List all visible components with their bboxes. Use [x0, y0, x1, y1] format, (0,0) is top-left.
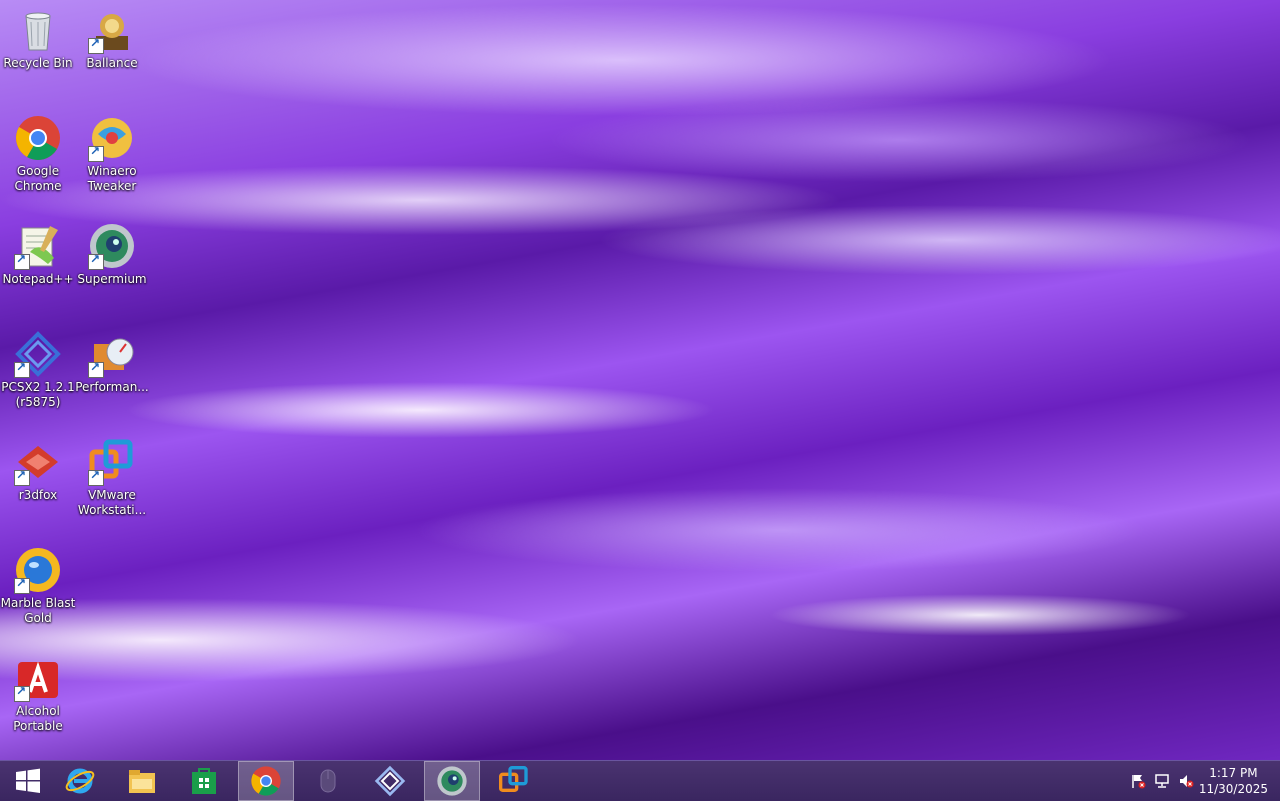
shortcut-arrow-icon [88, 144, 104, 162]
taskbar: 1:17 PM 11/30/2025 [0, 760, 1280, 801]
desktop-icon-label: r3dfox [18, 488, 58, 502]
taskbar-supermium[interactable] [424, 761, 480, 801]
performance-icon [88, 330, 136, 378]
shortcut-arrow-icon [88, 468, 104, 486]
vmware-icon [88, 438, 136, 486]
shortcut-arrow-icon [14, 360, 30, 378]
taskbar-store[interactable] [176, 761, 232, 801]
taskbar-chrome[interactable] [238, 761, 294, 801]
system-tray: 1:17 PM 11/30/2025 [1120, 761, 1280, 801]
desktop-icon-label: Google Chrome [14, 164, 62, 193]
desktop-icon-r3dfox[interactable]: r3dfox [0, 432, 76, 503]
desktop-icon-label: Recycle Bin [3, 56, 73, 70]
marble-blast-gold-icon [14, 546, 62, 594]
mouse-icon [320, 769, 336, 793]
taskbar-file-explorer[interactable] [114, 761, 170, 801]
desktop-icon-pcsx2[interactable]: PCSX2 1.2.1 (r5875) [0, 324, 76, 410]
desktop-icon-supermium[interactable]: Supermium [74, 216, 150, 287]
ballance-icon [88, 6, 136, 54]
notepad-plus-plus-icon [14, 222, 62, 270]
desktop-icon-vmware-workstation[interactable]: VMware Workstati... [74, 432, 150, 518]
shortcut-arrow-icon [88, 252, 104, 270]
desktop-icon-label: PCSX2 1.2.1 (r5875) [1, 380, 75, 409]
supermium-icon [88, 222, 136, 270]
desktop-icon-performance[interactable]: Performan... [74, 324, 150, 395]
alcohol-portable-icon [14, 654, 62, 702]
desktop-icon-marble-blast-gold[interactable]: Marble Blast Gold [0, 540, 76, 626]
shortcut-arrow-icon [14, 684, 30, 702]
desktop-icon-alcohol-portable[interactable]: Alcohol Portable [0, 648, 76, 734]
supermium-icon [437, 766, 467, 796]
desktop-icon-label: Notepad++ [2, 272, 74, 286]
desktop: Recycle Bin Ballance Google Chrome Winae… [0, 0, 1280, 760]
desktop-icon-label: Ballance [86, 56, 138, 70]
recycle-bin-icon [14, 6, 62, 54]
pcsx2-icon [374, 765, 406, 797]
winaero-tweaker-icon [88, 114, 136, 162]
start-icon [16, 768, 40, 793]
chrome-icon [251, 766, 281, 796]
taskbar-internet-explorer[interactable] [52, 761, 108, 801]
network-icon[interactable] [1154, 773, 1170, 789]
taskbar-mouse-app[interactable] [300, 761, 356, 801]
taskbar-clock[interactable]: 1:17 PM 11/30/2025 [1199, 765, 1268, 797]
clock-date: 11/30/2025 [1198, 782, 1268, 796]
vmware-icon [499, 766, 528, 792]
desktop-icon-recycle-bin[interactable]: Recycle Bin [0, 0, 76, 71]
shortcut-arrow-icon [14, 252, 30, 270]
store-icon [192, 768, 216, 794]
r3dfox-icon [14, 438, 62, 486]
desktop-icon-label: VMware Workstati... [77, 488, 147, 517]
chrome-icon [14, 114, 62, 162]
shortcut-arrow-icon [88, 360, 104, 378]
shortcut-arrow-icon [14, 468, 30, 486]
shortcut-arrow-icon [14, 576, 30, 594]
shortcut-arrow-icon [88, 36, 104, 54]
desktop-icon-ballance[interactable]: Ballance [74, 0, 150, 71]
file-explorer-icon [129, 770, 155, 793]
pcsx2-icon [14, 330, 62, 378]
taskbar-vmware[interactable] [486, 761, 542, 801]
desktop-icon-label: Supermium [77, 272, 147, 286]
desktop-icon-winaero-tweaker[interactable]: Winaero Tweaker [74, 108, 150, 194]
desktop-icon-notepad-plus-plus[interactable]: Notepad++ [0, 216, 76, 287]
desktop-icon-label: Alcohol Portable [13, 704, 63, 733]
action-center-flag-icon[interactable] [1130, 773, 1146, 789]
taskbar-pcsx2[interactable] [362, 761, 418, 801]
clock-time: 1:17 PM [1209, 766, 1258, 780]
desktop-icon-label: Performan... [75, 380, 149, 394]
start-button[interactable] [0, 761, 56, 801]
internet-explorer-icon [65, 768, 95, 794]
desktop-icon-label: Winaero Tweaker [87, 164, 137, 193]
desktop-icon-google-chrome[interactable]: Google Chrome [0, 108, 76, 194]
volume-muted-icon[interactable] [1178, 773, 1194, 789]
desktop-icon-label: Marble Blast Gold [0, 596, 76, 625]
